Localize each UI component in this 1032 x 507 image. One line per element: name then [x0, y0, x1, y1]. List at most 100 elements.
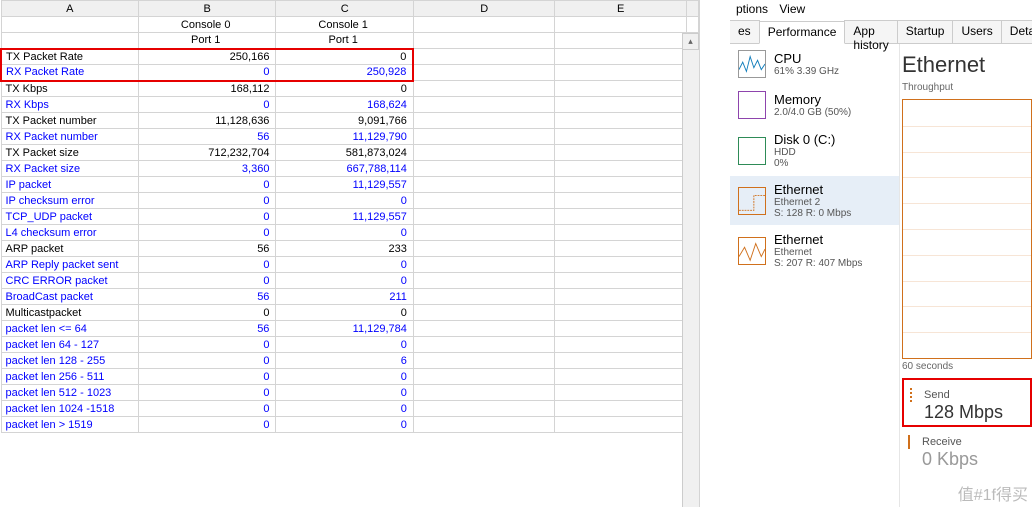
row-label[interactable]: CRC ERROR packet: [1, 273, 138, 289]
cell[interactable]: Port 1: [276, 33, 413, 49]
cell[interactable]: [413, 97, 555, 113]
cell[interactable]: 0: [138, 97, 275, 113]
cell[interactable]: 0: [138, 369, 275, 385]
cell[interactable]: [555, 113, 686, 129]
cell[interactable]: [413, 209, 555, 225]
cell[interactable]: [413, 65, 555, 81]
cell[interactable]: [413, 161, 555, 177]
cell[interactable]: 0: [276, 81, 413, 97]
tab-users[interactable]: Users: [952, 20, 1001, 43]
cell[interactable]: [413, 193, 555, 209]
cell[interactable]: 11,129,557: [276, 209, 413, 225]
cell[interactable]: [555, 49, 686, 65]
row-label[interactable]: packet len 256 - 511: [1, 369, 138, 385]
cell[interactable]: [555, 385, 686, 401]
row-label[interactable]: RX Packet number: [1, 129, 138, 145]
cell[interactable]: [413, 273, 555, 289]
cell[interactable]: 0: [138, 273, 275, 289]
cell[interactable]: [413, 401, 555, 417]
cell[interactable]: [555, 337, 686, 353]
row-label[interactable]: packet len <= 64: [1, 321, 138, 337]
row-label[interactable]: RX Packet size: [1, 161, 138, 177]
menu-view[interactable]: View: [779, 2, 805, 16]
sidebar-item-memory[interactable]: Memory 2.0/4.0 GB (50%): [730, 85, 899, 126]
cell[interactable]: [555, 193, 686, 209]
row-label[interactable]: TX Packet number: [1, 113, 138, 129]
cell[interactable]: 0: [276, 49, 413, 65]
cell[interactable]: 56: [138, 241, 275, 257]
col-A[interactable]: A: [1, 1, 138, 17]
sidebar-item-cpu[interactable]: CPU 61% 3.39 GHz: [730, 44, 899, 85]
row-label[interactable]: ARP Reply packet sent: [1, 257, 138, 273]
cell[interactable]: 0: [276, 225, 413, 241]
cell[interactable]: 3,360: [138, 161, 275, 177]
cell[interactable]: [555, 209, 686, 225]
row-label[interactable]: RX Kbps: [1, 97, 138, 113]
cell[interactable]: 0: [138, 177, 275, 193]
cell[interactable]: [555, 321, 686, 337]
row-label[interactable]: TCP_UDP packet: [1, 209, 138, 225]
cell[interactable]: 0: [276, 257, 413, 273]
cell[interactable]: [555, 145, 686, 161]
cell[interactable]: [555, 401, 686, 417]
cell[interactable]: [413, 129, 555, 145]
row-label[interactable]: L4 checksum error: [1, 225, 138, 241]
cell[interactable]: 11,129,557: [276, 177, 413, 193]
cell[interactable]: [413, 241, 555, 257]
row-label[interactable]: packet len 512 - 1023: [1, 385, 138, 401]
cell[interactable]: 168,624: [276, 97, 413, 113]
cell[interactable]: [413, 17, 555, 33]
row-label[interactable]: ARP packet: [1, 241, 138, 257]
cell[interactable]: [413, 113, 555, 129]
cell[interactable]: 0: [276, 385, 413, 401]
cell[interactable]: [555, 33, 686, 49]
tab-performance[interactable]: Performance: [759, 21, 846, 44]
cell[interactable]: [555, 241, 686, 257]
row-label[interactable]: IP packet: [1, 177, 138, 193]
cell[interactable]: [555, 65, 686, 81]
sidebar-item-ethernet-1[interactable]: Ethernet Ethernet 2 S: 128 R: 0 Mbps: [730, 176, 899, 226]
row-label[interactable]: IP checksum error: [1, 193, 138, 209]
cell[interactable]: [555, 17, 686, 33]
cell[interactable]: [555, 369, 686, 385]
row-label[interactable]: packet len > 1519: [1, 417, 138, 433]
cell[interactable]: 211: [276, 289, 413, 305]
cell[interactable]: 56: [138, 321, 275, 337]
cell[interactable]: 581,873,024: [276, 145, 413, 161]
cell[interactable]: 0: [276, 273, 413, 289]
cell[interactable]: Console 1: [276, 17, 413, 33]
vertical-scrollbar[interactable]: [682, 50, 699, 507]
cell[interactable]: [555, 161, 686, 177]
cell[interactable]: 56: [138, 289, 275, 305]
cell[interactable]: [555, 81, 686, 97]
cell[interactable]: 11,128,636: [138, 113, 275, 129]
cell[interactable]: [413, 145, 555, 161]
sidebar-item-ethernet-2[interactable]: Ethernet Ethernet S: 207 R: 407 Mbps: [730, 226, 899, 276]
cell[interactable]: 0: [276, 305, 413, 321]
row-label[interactable]: TX Packet size: [1, 145, 138, 161]
cell[interactable]: 11,129,784: [276, 321, 413, 337]
cell[interactable]: 0: [138, 257, 275, 273]
tab-details-partial[interactable]: Details: [1001, 20, 1032, 43]
cell[interactable]: 11,129,790: [276, 129, 413, 145]
cell[interactable]: [555, 273, 686, 289]
col-E[interactable]: E: [555, 1, 686, 17]
col-B[interactable]: B: [138, 1, 275, 17]
cell[interactable]: [413, 385, 555, 401]
row-label[interactable]: RX Packet Rate: [1, 65, 138, 81]
sidebar-item-disk[interactable]: Disk 0 (C:) HDD 0%: [730, 126, 899, 176]
cell[interactable]: 0: [138, 209, 275, 225]
row-label[interactable]: TX Packet Rate: [1, 49, 138, 65]
cell[interactable]: [555, 353, 686, 369]
cell[interactable]: 667,788,114: [276, 161, 413, 177]
cell[interactable]: [555, 417, 686, 433]
cell[interactable]: [413, 417, 555, 433]
row-label[interactable]: packet len 1024 -1518: [1, 401, 138, 417]
menu-options-partial[interactable]: ptions: [736, 2, 768, 16]
cell[interactable]: 9,091,766: [276, 113, 413, 129]
cell[interactable]: 0: [276, 369, 413, 385]
row-label[interactable]: Multicastpacket: [1, 305, 138, 321]
cell[interactable]: 0: [276, 337, 413, 353]
cell[interactable]: 233: [276, 241, 413, 257]
cell[interactable]: [1, 17, 138, 33]
